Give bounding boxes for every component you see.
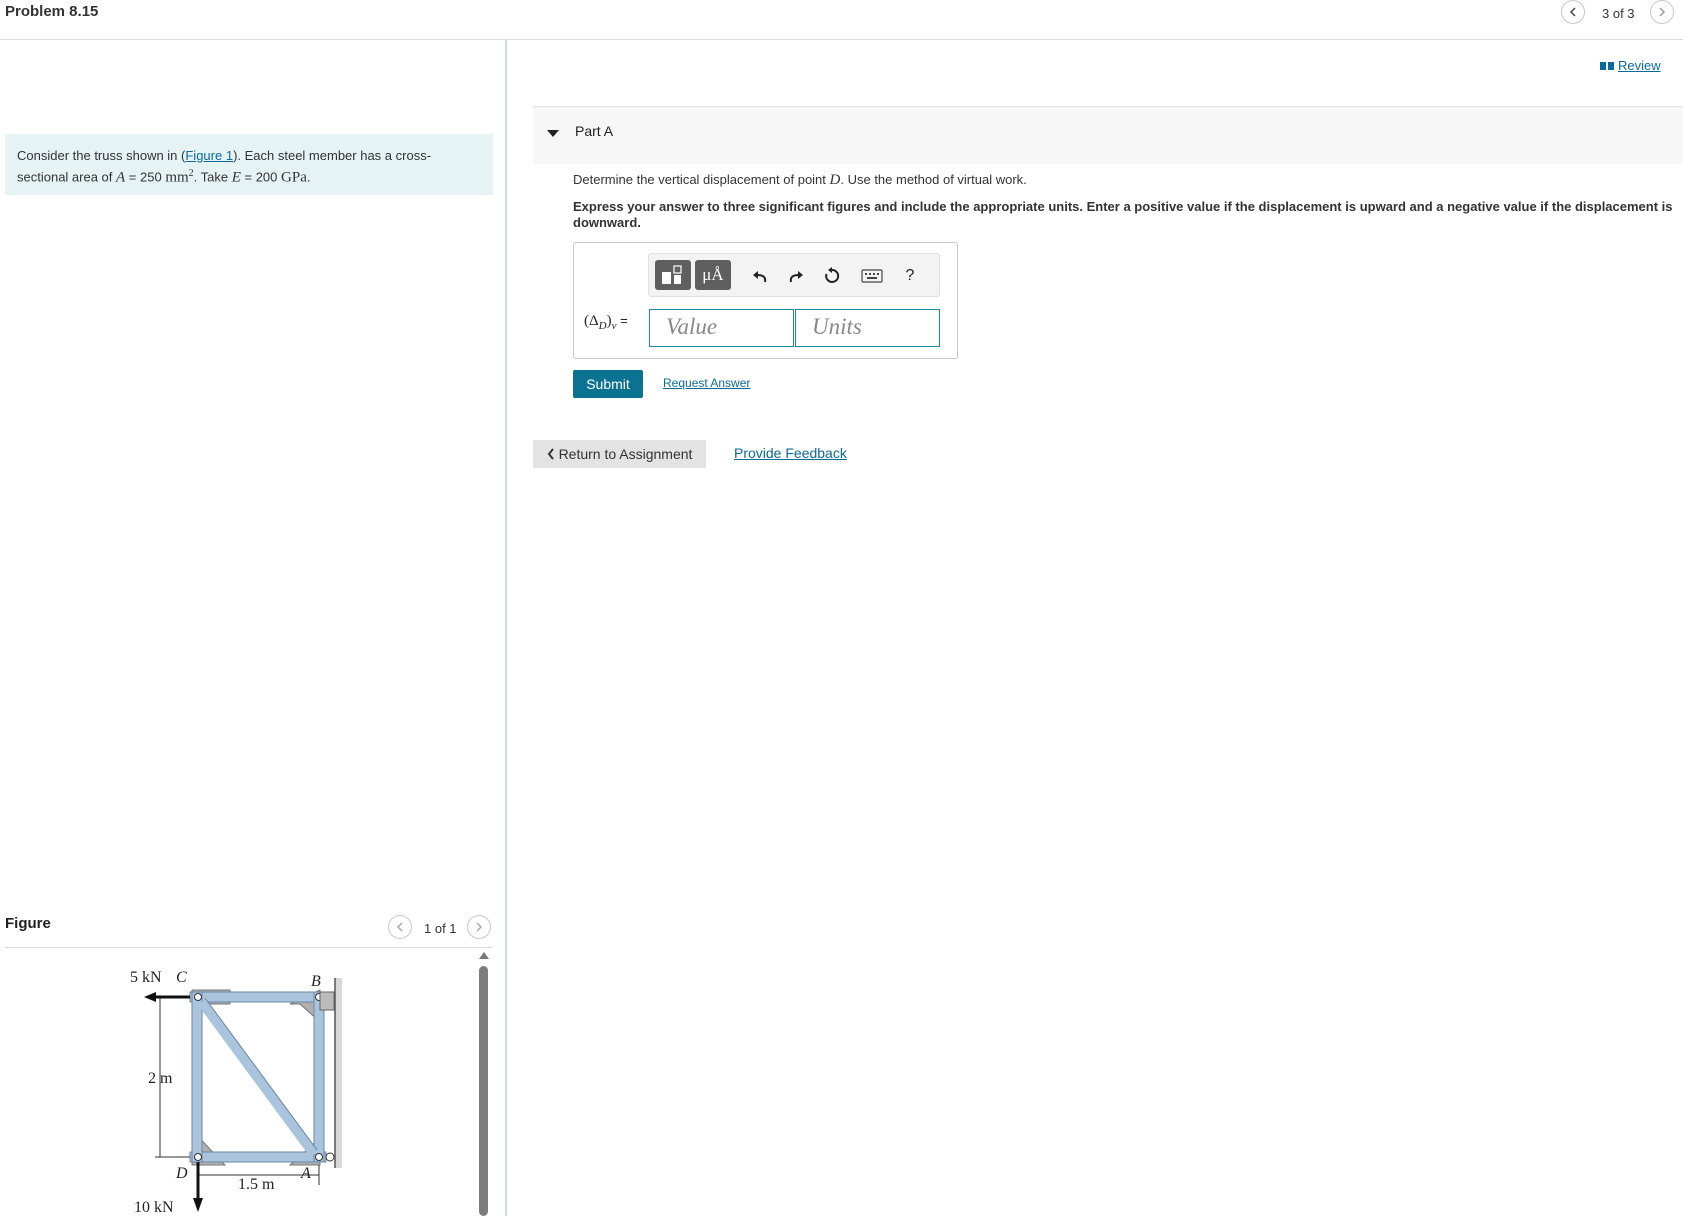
submit-button[interactable]: Submit [573,370,643,398]
load-c-arrowhead [144,992,156,1002]
template-button[interactable] [655,260,691,290]
pin-c [194,993,202,1001]
pin-a [315,1153,323,1161]
return-label: Return to Assignment [558,446,693,462]
prev-problem-button[interactable] [1561,0,1585,24]
figure-scrollbar[interactable] [479,966,488,1216]
review-link[interactable]: Review [1600,58,1661,73]
roller-a [325,1152,335,1162]
pin-d [194,1153,202,1161]
truss-figure: 5 kN C B 2 m D A 1.5 m 10 kN [130,960,360,1216]
chevron-left-icon [396,922,403,932]
units-button[interactable]: μÅ [695,260,731,290]
collapse-caret-icon[interactable] [547,130,559,137]
label-node-c: C [176,969,187,986]
next-figure-button[interactable] [467,915,491,939]
label-load-c: 5 kN [130,969,162,986]
template-icon [662,265,682,284]
label-width: 1.5 m [238,1176,275,1193]
truss-diagram: 5 kN C B 2 m D A 1.5 m 10 kN [130,969,342,1216]
part-a-header[interactable]: Part A [533,106,1683,164]
redo-icon[interactable] [785,265,807,287]
book-icon [1600,61,1614,70]
label-load-d: 10 kN [134,1199,174,1216]
undo-icon[interactable] [749,265,771,287]
provide-feedback-link[interactable]: Provide Feedback [734,445,847,461]
chevron-right-icon [1659,7,1666,17]
support-b [319,991,335,1011]
figure-pager: 1 of 1 [424,921,457,936]
prev-figure-button[interactable] [388,915,412,939]
keyboard-icon[interactable] [859,265,885,287]
chevron-right-icon [476,922,483,932]
return-to-assignment-button[interactable]: Return to Assignment [533,440,706,468]
wall-support [335,978,342,1168]
chevron-left-icon [547,448,554,460]
label-node-b: B [311,973,321,990]
units-input[interactable]: Units [795,309,940,347]
request-answer-link[interactable]: Request Answer [663,376,750,390]
member-ca-edge [204,997,318,1151]
question-text: Determine the vertical displacement of p… [573,172,1027,188]
scroll-up-arrow-icon[interactable] [479,952,489,959]
figure-link[interactable]: Figure 1 [185,148,233,163]
math-toolbar: μÅ ? [648,253,940,297]
member-ba [313,991,325,1163]
next-problem-button[interactable] [1650,0,1674,24]
chevron-left-icon [1569,7,1576,17]
member-da [189,1151,327,1163]
answer-label: (ΔD)v = [584,313,628,332]
review-label: Review [1618,58,1661,73]
member-cb [189,991,327,1003]
label-node-a: A [300,1165,311,1182]
value-input[interactable]: Value [649,309,794,347]
load-d-arrowhead [193,1198,203,1212]
problem-pager: 3 of 3 [1602,6,1635,21]
top-bar: Problem 8.15 3 of 3 [0,0,1683,40]
figure-heading: Figure [5,915,51,932]
reset-icon[interactable] [821,265,843,287]
answer-box: μÅ ? (ΔD)v = Value Units [573,242,958,359]
instruction-text: Express your answer to three significant… [573,199,1673,230]
member-cd [191,991,203,1163]
pane-divider[interactable] [505,40,507,1216]
problem-statement: Consider the truss shown in (Figure 1). … [5,134,493,195]
label-height: 2 m [148,1070,173,1087]
figure-divider [5,947,493,948]
problem-title: Problem 8.15 [5,3,99,20]
label-node-d: D [175,1165,188,1182]
member-ca [197,999,319,1157]
help-icon[interactable]: ? [899,265,921,287]
part-a-label: Part A [575,123,614,139]
